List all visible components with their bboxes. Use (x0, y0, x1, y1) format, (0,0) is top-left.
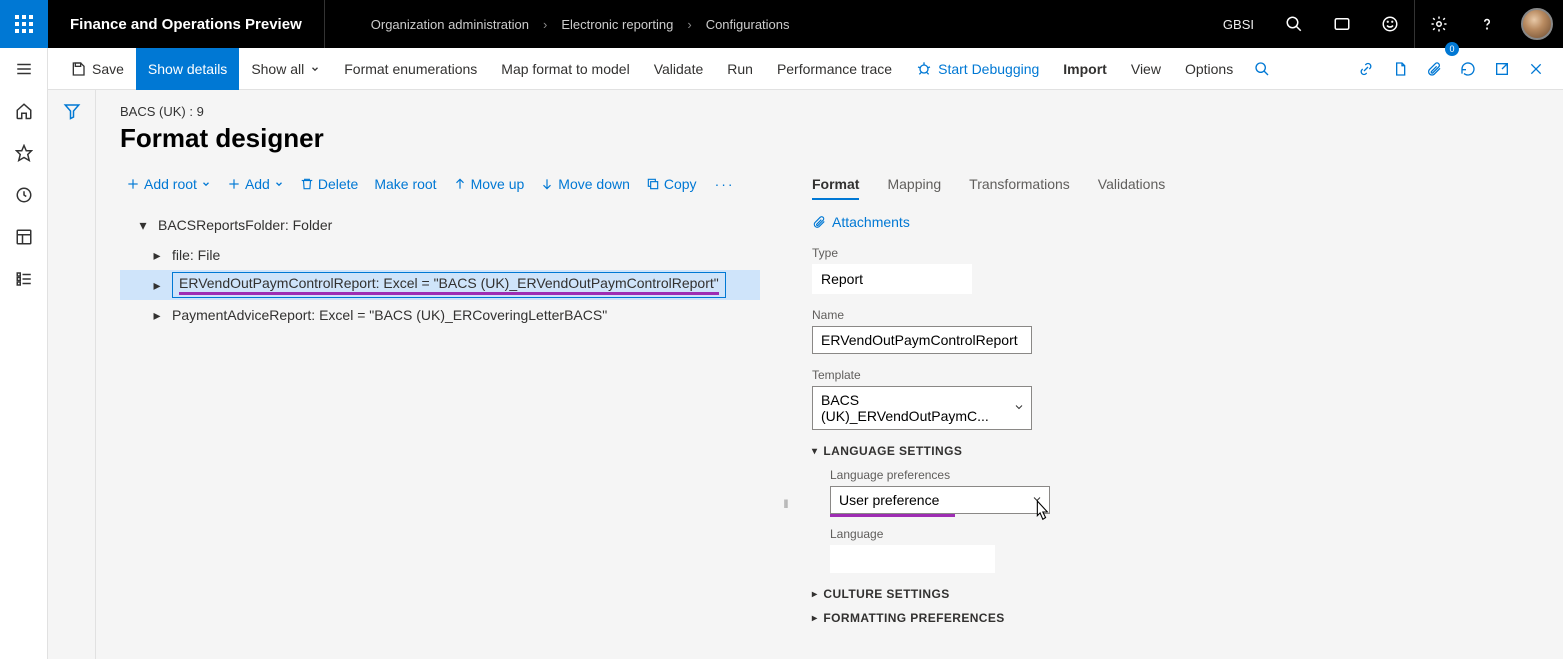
highlight-bar (830, 514, 955, 517)
tree-node-label: file: File (172, 247, 220, 263)
name-label: Name (812, 308, 1563, 322)
formatting-preferences-header[interactable]: ▸FORMATTING PREFERENCES (812, 611, 1563, 625)
notification-badge: 0 (1445, 42, 1459, 56)
splitter-handle[interactable]: ‖ (782, 172, 790, 635)
tree-root[interactable]: ▾ BACSReportsFolder: Folder (120, 210, 760, 240)
tab-format[interactable]: Format (812, 176, 859, 200)
help-icon[interactable] (1463, 0, 1511, 48)
lang-pref-label: Language preferences (830, 468, 1563, 482)
tree-node-label: PaymentAdviceReport: Excel = "BACS (UK)_… (172, 307, 607, 323)
chevron-right-icon[interactable]: ▸ (150, 247, 164, 264)
save-button[interactable]: Save (58, 48, 136, 90)
filter-column (48, 90, 96, 659)
breadcrumb-item[interactable]: Configurations (706, 17, 790, 32)
attachments-link[interactable]: Attachments (812, 214, 1563, 230)
breadcrumb-item[interactable]: Organization administration (371, 17, 529, 32)
breadcrumb: Organization administration › Electronic… (325, 0, 790, 48)
view-button[interactable]: View (1119, 48, 1173, 90)
tab-mapping[interactable]: Mapping (887, 176, 941, 200)
performance-trace-button[interactable]: Performance trace (765, 48, 904, 90)
search-icon[interactable] (1270, 0, 1318, 48)
chevron-right-icon: ▸ (812, 613, 817, 624)
chevron-down-icon[interactable]: ▾ (136, 217, 150, 234)
tree-node-payment[interactable]: ▸ PaymentAdviceReport: Excel = "BACS (UK… (120, 300, 760, 330)
chat-icon[interactable] (1318, 0, 1366, 48)
modules-icon[interactable] (0, 258, 47, 300)
popout-icon[interactable] (1485, 48, 1519, 90)
breadcrumb-item[interactable]: Electronic reporting (561, 17, 673, 32)
tree-node-label: BACSReportsFolder: Folder (158, 217, 332, 233)
name-input[interactable]: ERVendOutPaymControlReport (812, 326, 1032, 354)
make-root-button[interactable]: Make root (368, 172, 442, 196)
tab-validations[interactable]: Validations (1098, 176, 1165, 200)
template-label: Template (812, 368, 1563, 382)
format-enumerations-button[interactable]: Format enumerations (332, 48, 489, 90)
page-title: Format designer (120, 123, 1563, 154)
tree-toolbar: Add root Add Delete Make root Move up Mo… (120, 172, 760, 196)
clock-icon[interactable] (0, 174, 47, 216)
star-icon[interactable] (0, 132, 47, 174)
tree-node-label: ERVendOutPaymControlReport: Excel = "BAC… (179, 275, 719, 295)
cursor-icon (1030, 499, 1052, 525)
add-button[interactable]: Add (221, 172, 290, 196)
language-preferences-select[interactable]: User preference (830, 486, 1050, 514)
page-subtitle: BACS (UK) : 9 (120, 104, 1563, 119)
avatar[interactable] (1521, 8, 1553, 40)
document-icon[interactable] (1383, 48, 1417, 90)
chevron-right-icon: ▸ (812, 589, 817, 600)
chevron-right-icon[interactable]: ▸ (150, 277, 164, 294)
add-root-button[interactable]: Add root (120, 172, 217, 196)
delete-button[interactable]: Delete (294, 172, 364, 196)
map-format-button[interactable]: Map format to model (489, 48, 641, 90)
type-label: Type (812, 246, 1563, 260)
smiley-icon[interactable] (1366, 0, 1414, 48)
chevron-right-icon: › (543, 17, 547, 32)
hamburger-icon[interactable] (0, 48, 47, 90)
show-all-button[interactable]: Show all (239, 48, 332, 90)
move-down-button[interactable]: Move down (534, 172, 636, 196)
import-button[interactable]: Import (1051, 48, 1119, 90)
tree-node-file[interactable]: ▸ file: File (120, 240, 760, 270)
link-icon[interactable] (1349, 48, 1383, 90)
options-button[interactable]: Options (1173, 48, 1245, 90)
gear-icon[interactable] (1415, 0, 1463, 48)
app-title: Finance and Operations Preview (48, 0, 325, 48)
type-value: Report (812, 264, 972, 294)
copy-button[interactable]: Copy (640, 172, 703, 196)
chevron-right-icon: › (687, 17, 691, 32)
filter-icon[interactable] (63, 102, 81, 659)
home-icon[interactable] (0, 90, 47, 132)
validate-button[interactable]: Validate (642, 48, 716, 90)
start-debugging-button[interactable]: Start Debugging (904, 48, 1051, 90)
format-tree: ▾ BACSReportsFolder: Folder ▸ file: File… (120, 210, 760, 330)
attachments-icon[interactable]: 0 (1417, 48, 1451, 90)
language-settings-header[interactable]: ▾LANGUAGE SETTINGS (812, 444, 1563, 458)
culture-settings-header[interactable]: ▸CULTURE SETTINGS (812, 587, 1563, 601)
more-actions-button[interactable]: ··· (707, 176, 743, 192)
language-value (830, 545, 995, 573)
run-button[interactable]: Run (715, 48, 765, 90)
nav-rail (0, 48, 48, 659)
search-action-icon[interactable] (1245, 48, 1279, 90)
chevron-right-icon[interactable]: ▸ (150, 307, 164, 324)
template-select[interactable]: BACS (UK)_ERVendOutPaymC... (812, 386, 1032, 430)
company-badge[interactable]: GBSI (1207, 17, 1270, 32)
workspace-icon[interactable] (0, 216, 47, 258)
app-header: Finance and Operations Preview Organizat… (0, 0, 1563, 48)
close-icon[interactable] (1519, 48, 1553, 90)
action-bar: Save Show details Show all Format enumer… (48, 48, 1563, 90)
tree-node-selected[interactable]: ▸ ERVendOutPaymControlReport: Excel = "B… (120, 270, 760, 300)
language-label: Language (830, 527, 1563, 541)
show-details-button[interactable]: Show details (136, 48, 239, 90)
chevron-down-icon (1013, 400, 1025, 416)
move-up-button[interactable]: Move up (447, 172, 531, 196)
chevron-down-icon: ▾ (812, 446, 817, 457)
waffle-button[interactable] (0, 0, 48, 48)
detail-tabs: Format Mapping Transformations Validatio… (812, 176, 1563, 200)
tab-transformations[interactable]: Transformations (969, 176, 1070, 200)
